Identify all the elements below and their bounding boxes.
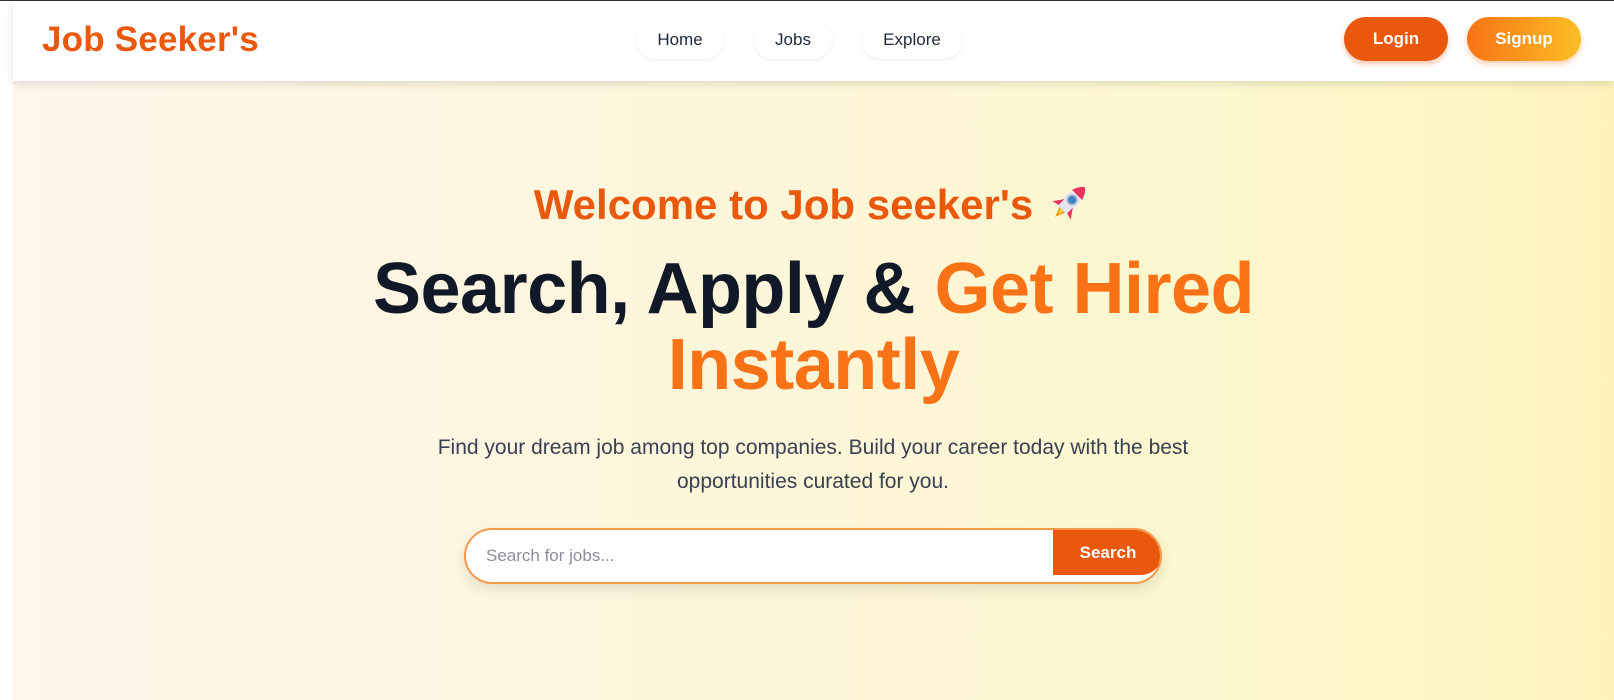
search-input[interactable]	[466, 530, 1054, 582]
headline-accent-line1: Get Hired	[934, 249, 1255, 329]
nav-link-jobs[interactable]: Jobs	[754, 21, 832, 59]
welcome-text: Welcome to Job seeker's	[533, 181, 1034, 228]
page: Job Seeker's Home Jobs Explore Login Sig…	[13, 1, 1614, 700]
nav-link-explore[interactable]: Explore	[862, 21, 962, 59]
search-button[interactable]: Search	[1053, 530, 1160, 575]
welcome-heading: Welcome to Job seeker's	[13, 179, 1614, 235]
brand-logo[interactable]: Job Seeker's	[42, 20, 259, 60]
hero-subtext: Find your dream job among top companies.…	[437, 436, 1189, 493]
login-button[interactable]: Login	[1344, 17, 1448, 61]
signup-button[interactable]: Signup	[1467, 17, 1581, 61]
headline-accent-line2: Instantly	[667, 325, 960, 405]
headline-part1: Search, Apply &	[372, 249, 935, 329]
search-bar: Search	[464, 528, 1162, 584]
hero-headline: Search, Apply & Get Hired Instantly	[13, 251, 1614, 403]
rocket-icon	[1047, 179, 1093, 235]
navbar: Job Seeker's Home Jobs Explore Login Sig…	[13, 1, 1614, 81]
nav-link-home[interactable]: Home	[637, 21, 723, 59]
